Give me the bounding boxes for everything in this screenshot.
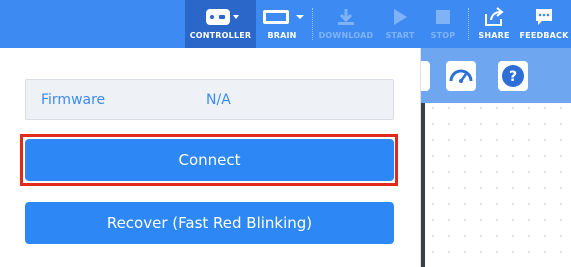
share-label: SHARE <box>478 31 510 40</box>
help-button[interactable]: ? <box>498 61 528 91</box>
share-icon <box>485 7 504 26</box>
stop-icon <box>436 10 450 24</box>
controller-dropdown-panel: Firmware N/A Connect Recover (Fast Red B… <box>0 48 421 267</box>
brain-label: BRAIN <box>267 31 297 40</box>
gauge-icon <box>449 69 473 83</box>
firmware-info-row: Firmware N/A <box>25 79 394 120</box>
firmware-label: Firmware <box>41 92 106 108</box>
stop-button[interactable]: STOP <box>424 0 462 48</box>
top-toolbar: CONTROLLER BRAIN DOWNLOAD START STOP SHA… <box>0 0 571 48</box>
svg-text:?: ? <box>509 69 517 85</box>
feedback-icon <box>536 9 552 25</box>
controller-icon <box>206 9 239 25</box>
brain-menu[interactable]: BRAIN <box>257 0 307 48</box>
toolbar-divider <box>468 8 469 40</box>
workspace-header-strip: ? <box>421 48 571 103</box>
download-button[interactable]: DOWNLOAD <box>315 0 377 48</box>
help-icon: ? <box>502 65 524 87</box>
download-label: DOWNLOAD <box>318 31 374 40</box>
connect-button[interactable]: Connect <box>25 139 394 181</box>
download-icon <box>338 9 354 25</box>
start-label: START <box>385 31 415 40</box>
dashboard-button[interactable] <box>446 61 476 91</box>
recover-button[interactable]: Recover (Fast Red Blinking) <box>25 202 394 244</box>
controller-menu[interactable]: CONTROLLER <box>185 0 256 48</box>
workspace-tool-button[interactable] <box>421 61 430 91</box>
start-button[interactable]: START <box>380 0 420 48</box>
controller-label: CONTROLLER <box>189 31 252 40</box>
brain-icon <box>263 10 304 24</box>
play-icon <box>394 9 407 25</box>
share-button[interactable]: SHARE <box>474 0 514 48</box>
firmware-value: N/A <box>206 92 231 108</box>
toolbar-divider <box>312 8 313 40</box>
feedback-label: FEEDBACK <box>519 31 569 40</box>
feedback-button[interactable]: FEEDBACK <box>517 0 571 48</box>
stop-label: STOP <box>430 31 456 40</box>
workspace-edge <box>421 103 425 267</box>
